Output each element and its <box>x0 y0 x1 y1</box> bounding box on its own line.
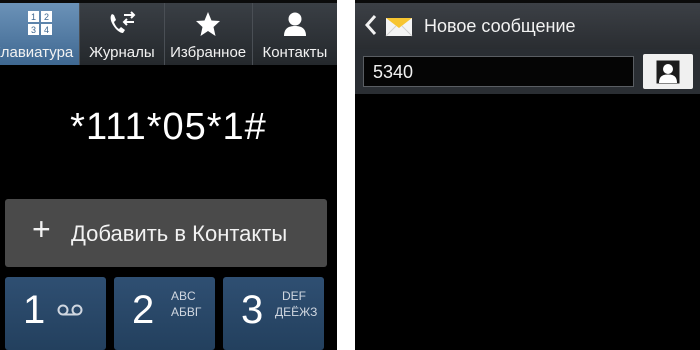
key-digit: 1 <box>23 288 46 332</box>
key-digit: 3 <box>241 288 264 332</box>
key-2[interactable]: 2 ABC АБВГ <box>114 277 215 350</box>
contact-icon <box>656 60 680 89</box>
tab-favorites[interactable]: Избранное <box>165 3 253 65</box>
svg-text:1: 1 <box>31 12 36 22</box>
message-header: Новое сообщение <box>355 3 700 49</box>
key-cyrillic-letters: ДЕЁЖЗ <box>275 305 318 319</box>
key-1[interactable]: 1 <box>5 277 106 350</box>
dialer-tab-bar: 1 2 3 4 Клавиатура Журналы Избранное Кон… <box>0 3 337 65</box>
add-to-contacts-label: Добавить в Контакты <box>71 221 288 246</box>
tab-call-logs[interactable]: Журналы <box>80 3 165 65</box>
tab-contacts[interactable]: Контакты <box>253 3 337 65</box>
back-chevron-icon[interactable] <box>363 14 379 36</box>
dialed-number-display[interactable]: *111*05*1# <box>0 106 337 149</box>
page-title: Новое сообщение <box>424 16 576 36</box>
recipient-bar: 5340 <box>355 49 700 94</box>
keypad-icon: 1 2 3 4 <box>0 11 79 37</box>
recipient-input[interactable]: 5340 <box>363 56 634 87</box>
tab-keypad-label: Клавиатура <box>0 44 74 61</box>
key-3[interactable]: 3 DEF ДЕЁЖЗ <box>223 277 324 350</box>
plus-icon: + <box>32 211 51 247</box>
dialer-screen: 1 2 3 4 Клавиатура Журналы Избранное Кон… <box>0 0 337 350</box>
tab-keypad[interactable]: 1 2 3 4 Клавиатура <box>0 3 81 65</box>
select-contact-button[interactable] <box>643 54 693 89</box>
tab-contacts-label: Контакты <box>262 44 328 61</box>
svg-text:3: 3 <box>31 25 36 35</box>
call-log-icon <box>80 11 163 37</box>
key-digit: 2 <box>132 288 155 332</box>
envelope-icon <box>385 12 413 40</box>
star-icon <box>165 11 252 37</box>
tab-favorites-label: Избранное <box>170 44 247 61</box>
svg-text:4: 4 <box>44 25 49 35</box>
add-to-contacts-button[interactable]: + Добавить в Контакты <box>5 199 327 267</box>
svg-text:2: 2 <box>44 12 49 22</box>
key-latin-letters: DEF <box>282 289 306 303</box>
new-message-screen: Новое сообщение 5340 <box>355 0 700 350</box>
contact-icon <box>253 11 337 37</box>
tab-call-logs-label: Журналы <box>89 44 155 61</box>
key-latin-letters: ABC <box>171 289 196 303</box>
voicemail-icon <box>57 303 85 322</box>
message-body-area <box>355 94 700 350</box>
key-cyrillic-letters: АБВГ <box>171 305 202 319</box>
